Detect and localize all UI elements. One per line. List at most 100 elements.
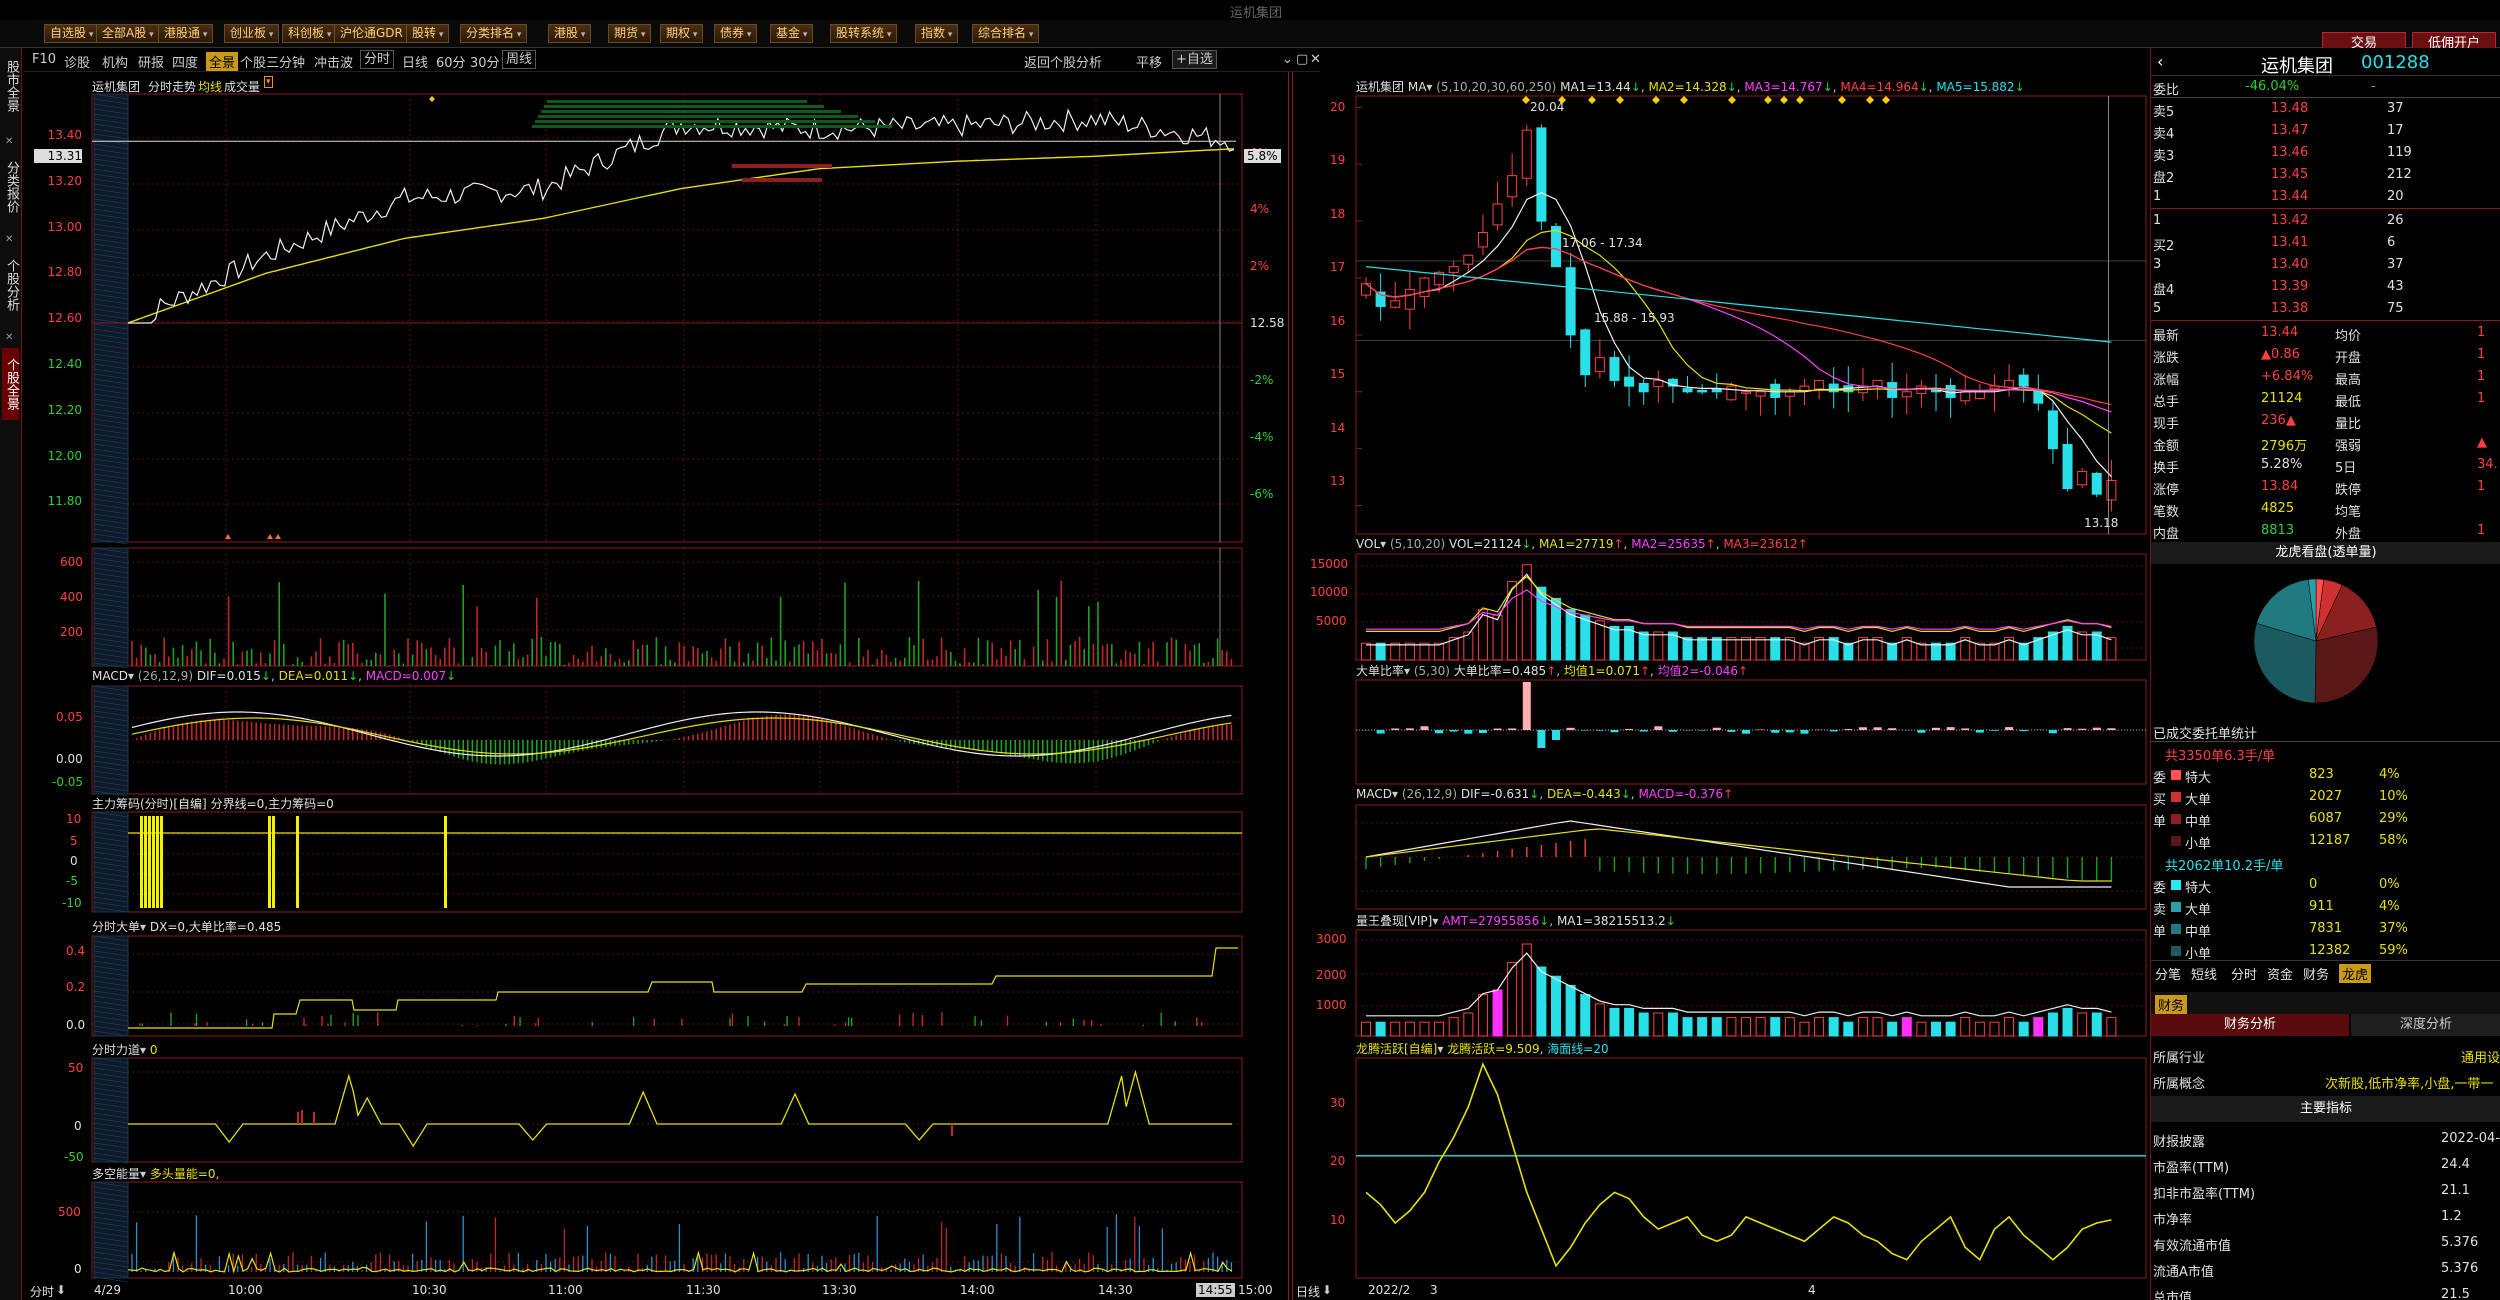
daily-dragon-active-chart[interactable] (1355, 1057, 2147, 1279)
tab-tick[interactable]: 分笔 (2155, 964, 2181, 983)
ask-row[interactable]: 卖4 13.47 17 (2151, 120, 2500, 142)
stat-row[interactable]: 金额 2796万 强弱 ▲ (2151, 432, 2500, 454)
ask-row[interactable]: 卖3 13.46 119 (2151, 142, 2500, 164)
fin-row[interactable]: 有效流通市值 5.376 (2151, 1232, 2500, 1254)
bid-row[interactable]: 买2 13.41 6 (2151, 232, 2500, 254)
side-tab-category-quote[interactable]: 分类报价 (2, 152, 19, 222)
close-icon[interactable]: ✕ (5, 136, 13, 147)
daily-kline-chart[interactable] (1355, 95, 2147, 535)
daily-large-ratio-chart[interactable] (1355, 679, 2147, 785)
menu-item[interactable]: 分类排名 (460, 24, 528, 43)
close-icon[interactable]: ✕ (5, 332, 13, 343)
subtab-deep-analysis[interactable]: 深度分析 (2351, 1014, 2500, 1036)
stat-row[interactable]: 涨幅 +6.84% 最高 1 (2151, 366, 2500, 388)
back-to-analysis-link[interactable]: 返回个股分析 (1024, 52, 1102, 71)
tab-capital[interactable]: 资金 (2267, 964, 2293, 983)
menu-item[interactable]: 科创板 (282, 24, 338, 43)
menu-item[interactable]: 港股通 (158, 24, 214, 43)
menu-item[interactable]: 港股 (548, 24, 592, 43)
period-30min[interactable]: 30分 (470, 52, 500, 71)
fin-row[interactable]: 市净率 1.2 (2151, 1206, 2500, 1228)
tab-diagnose[interactable]: 诊股 (64, 52, 90, 71)
daily-volume-chart[interactable] (1355, 553, 2147, 661)
daily-time-mode[interactable]: 日线 (1296, 1283, 1320, 1300)
period-weekly[interactable]: 周线 (502, 50, 537, 69)
close-icon[interactable]: ✕ (1310, 52, 1321, 67)
sell-order-row[interactable]: 单 中单 7831 37% (2151, 918, 2500, 940)
stat-row[interactable]: 涨停 13.84 跌停 1 (2151, 476, 2500, 498)
side-tab-market-overview[interactable]: 股市全景 (2, 50, 19, 122)
menu-item[interactable]: 期权 (660, 24, 704, 43)
tab-finance-main[interactable]: 财务 (2155, 995, 2188, 1014)
restore-icon[interactable]: ▢ (1296, 52, 1308, 67)
fin-row[interactable]: 市盈率(TTM) 24.4 (2151, 1154, 2500, 1176)
fin-row[interactable]: 扣非市盈率(TTM) 21.1 (2151, 1180, 2500, 1202)
menu-item[interactable]: 创业板 (224, 24, 280, 43)
chevron-left-icon[interactable]: ‹ (2157, 52, 2163, 71)
tab-panorama[interactable]: 全景 (206, 52, 239, 71)
menu-item[interactable]: 基金 (770, 24, 814, 43)
period-daily[interactable]: 日线 (402, 52, 428, 71)
buy-order-row[interactable]: 委 特大 823 4% (2151, 764, 2500, 786)
menu-item[interactable]: 股转 (406, 24, 450, 43)
buy-order-row[interactable]: 单 中单 6087 29% (2151, 808, 2500, 830)
intraday-price-chart[interactable] (91, 93, 1243, 545)
menu-item[interactable]: 沪伦通GDR (334, 24, 417, 43)
intraday-large-order-chart[interactable] (91, 935, 1243, 1037)
stat-row[interactable]: 最新 13.44 均价 1 (2151, 322, 2500, 344)
close-icon[interactable]: ✕ (5, 234, 13, 245)
sell-order-row[interactable]: 小单 12382 59% (2151, 940, 2500, 962)
subtab-finance-analysis[interactable]: 财务分析 (2151, 1014, 2349, 1036)
tab-finance[interactable]: 财务 (2303, 964, 2329, 983)
fin-row[interactable]: 总市值 21.5 (2151, 1284, 2500, 1300)
pan-toggle[interactable]: 平移 (1136, 52, 1162, 71)
daily-macd-chart[interactable] (1355, 804, 2147, 910)
menu-item[interactable]: 期货 (608, 24, 652, 43)
tab-research[interactable]: 研报 (138, 52, 164, 71)
menu-item[interactable]: 自选股 (44, 24, 100, 43)
side-tab-stock-panorama[interactable]: 个股全景 (2, 348, 19, 420)
tab-intraday[interactable]: 分时 (2231, 964, 2257, 983)
sell-order-row[interactable]: 委 特大 0 0% (2151, 874, 2500, 896)
menu-item[interactable]: 指数 (915, 24, 959, 43)
stat-row[interactable]: 总手 21124 最低 1 (2151, 388, 2500, 410)
fin-row[interactable]: 流通A市值 5.376 (2151, 1258, 2500, 1280)
ask-row[interactable]: 1 13.44 20 (2151, 186, 2500, 208)
period-intraday[interactable]: 分时 (360, 50, 395, 69)
intraday-volume-chart[interactable] (91, 547, 1243, 669)
stat-row[interactable]: 换手 5.28% 5日 34. (2151, 454, 2500, 476)
daily-volume-king-chart[interactable] (1355, 929, 2147, 1037)
tab-f10[interactable]: F10 (32, 52, 56, 67)
bid-row[interactable]: 盘4 13.39 43 (2151, 276, 2500, 298)
dropdown-icon[interactable]: ▾ (264, 76, 273, 88)
ask-row[interactable]: 盘2 13.45 212 (2151, 164, 2500, 186)
menu-item[interactable]: 股转系统 (830, 24, 898, 43)
tab-three-minutes[interactable]: 个股三分钟 (240, 52, 305, 71)
intraday-energy-chart[interactable] (91, 1181, 1243, 1283)
tab-shockwave[interactable]: 冲击波 (314, 52, 353, 71)
stat-row[interactable]: 涨跌 ▲0.86 开盘 1 (2151, 344, 2500, 366)
period-60min[interactable]: 60分 (436, 52, 466, 71)
bid-row[interactable]: 5 13.38 75 (2151, 298, 2500, 320)
tab-dragon-tiger[interactable]: 龙虎 (2339, 964, 2372, 983)
add-watchlist-button[interactable]: +自选 (1172, 50, 1217, 69)
stat-row[interactable]: 内盘 8813 外盘 1 (2151, 520, 2500, 542)
bid-row[interactable]: 1 13.42 26 (2151, 210, 2500, 232)
intraday-force-chart[interactable] (91, 1057, 1243, 1164)
time-axis-mode[interactable]: 分时 (30, 1283, 54, 1300)
menu-item[interactable]: 全部A股 (96, 24, 160, 43)
tab-four-degree[interactable]: 四度 (172, 52, 198, 71)
sell-order-row[interactable]: 卖 大单 911 4% (2151, 896, 2500, 918)
menu-item[interactable]: 综合排名 (972, 24, 1040, 43)
intraday-main-chips-chart[interactable] (91, 811, 1243, 913)
intraday-macd-chart[interactable] (91, 685, 1243, 797)
fin-row[interactable]: 财报披露 2022-04-25 (2151, 1128, 2500, 1150)
stat-row[interactable]: 笔数 4825 均笔 (2151, 498, 2500, 520)
buy-order-row[interactable]: 买 大单 2027 10% (2151, 786, 2500, 808)
bid-row[interactable]: 3 13.40 37 (2151, 254, 2500, 276)
tab-shortline[interactable]: 短线 (2191, 964, 2217, 983)
close-icon[interactable]: ⌄ (1282, 52, 1293, 67)
stat-row[interactable]: 现手 236▲ 量比 (2151, 410, 2500, 432)
tab-institution[interactable]: 机构 (102, 52, 128, 71)
side-tab-stock-analysis[interactable]: 个股分析 (2, 250, 19, 320)
